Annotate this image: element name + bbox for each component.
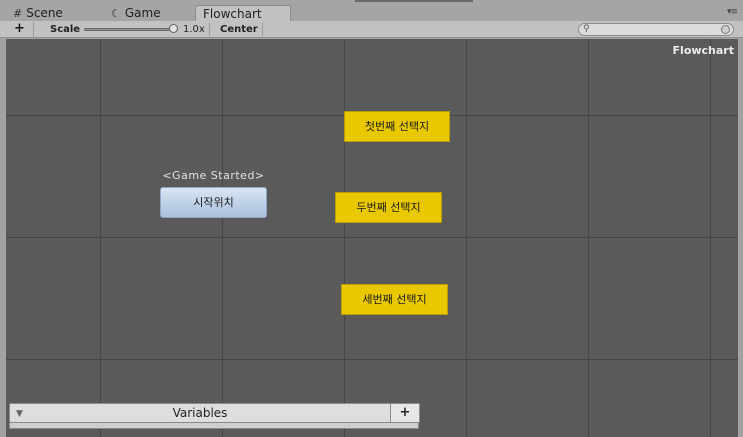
tab-scene-label: Scene bbox=[26, 6, 63, 20]
tab-scene[interactable]: # Scene bbox=[13, 5, 63, 21]
choice-block-1[interactable]: 첫번째 선택지 bbox=[344, 111, 450, 142]
scale-slider[interactable] bbox=[84, 24, 178, 33]
scale-slider-track bbox=[84, 28, 178, 31]
grid-line bbox=[588, 39, 589, 437]
flowchart-title: Flowchart bbox=[672, 44, 734, 57]
center-button[interactable]: Center bbox=[220, 23, 263, 36]
variables-title[interactable]: Variables bbox=[10, 406, 390, 421]
scale-label: Scale bbox=[50, 24, 81, 35]
tab-options-icon[interactable]: ▾≡ bbox=[727, 8, 738, 17]
grid-line bbox=[222, 39, 223, 437]
toolbar: + Scale 1.0x Center ⚲ bbox=[0, 21, 743, 38]
grid-line bbox=[6, 359, 738, 360]
clear-search-icon[interactable] bbox=[721, 25, 730, 34]
add-variable-button[interactable]: + bbox=[390, 403, 420, 423]
grid-line bbox=[710, 39, 711, 437]
tab-bar: # Scene ☾ Game Flowchart ▾≡ bbox=[0, 0, 743, 22]
search-icon: ⚲ bbox=[583, 24, 590, 34]
grid-line bbox=[6, 237, 738, 238]
variables-panel: ▼ Variables + bbox=[9, 403, 420, 423]
choice-block-3[interactable]: 세번째 선택지 bbox=[341, 284, 448, 315]
flowchart-canvas[interactable]: Flowchart <Game Started> 시작위치 첫번째 선택지 두번… bbox=[6, 39, 738, 437]
grid-line bbox=[344, 39, 345, 437]
start-block[interactable]: 시작위치 bbox=[160, 187, 267, 218]
tab-game-label: Game bbox=[124, 6, 161, 20]
choice-block-2[interactable]: 두번째 선택지 bbox=[335, 192, 442, 223]
tab-bar-highlight bbox=[355, 0, 473, 2]
event-handler-label: <Game Started> bbox=[162, 169, 265, 182]
tab-flowchart-label: Flowchart bbox=[203, 7, 262, 21]
grid-line bbox=[466, 39, 467, 437]
game-controller-icon: ☾ bbox=[111, 7, 121, 20]
scale-value: 1.0x bbox=[183, 23, 210, 36]
add-block-button[interactable]: + bbox=[6, 22, 34, 37]
search-field[interactable]: ⚲ bbox=[578, 23, 734, 36]
variables-panel-body bbox=[9, 423, 419, 429]
grid-line bbox=[100, 39, 101, 437]
tab-flowchart[interactable]: Flowchart bbox=[195, 5, 291, 22]
tab-game[interactable]: ☾ Game bbox=[111, 5, 161, 21]
scale-slider-thumb[interactable] bbox=[169, 24, 178, 33]
grid-icon: # bbox=[13, 7, 23, 20]
